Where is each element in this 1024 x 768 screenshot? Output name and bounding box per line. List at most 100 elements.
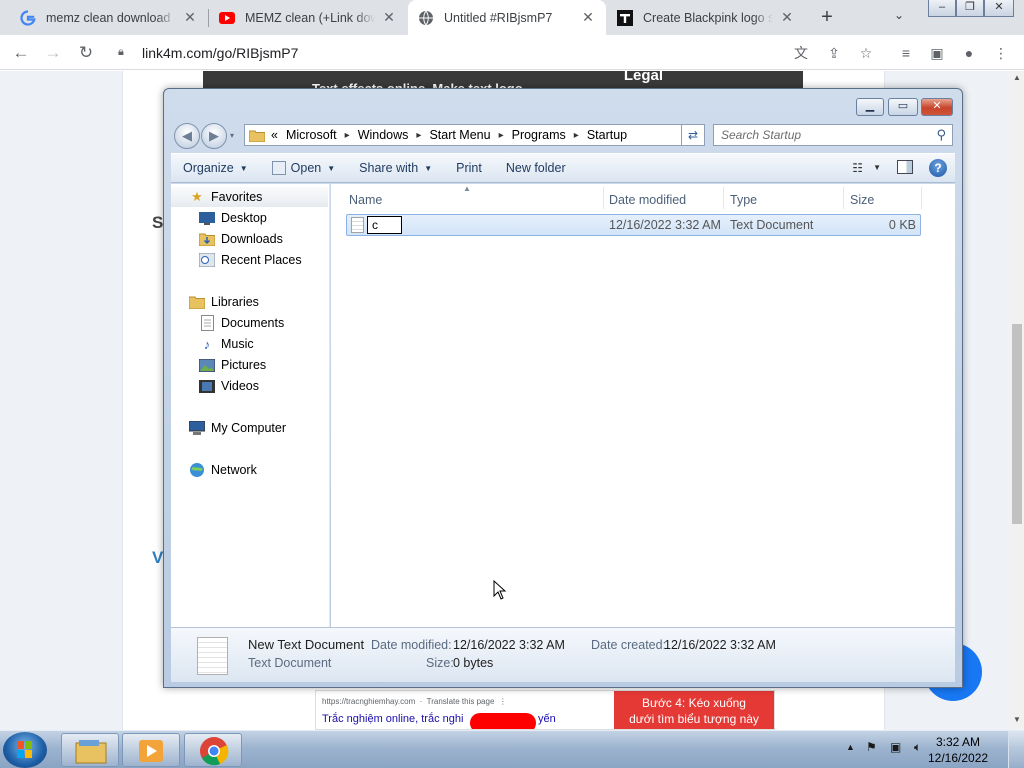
refresh-icon[interactable]: ⇄ [681,124,705,146]
scrollbar-thumb[interactable] [1012,324,1022,524]
explorer-minimize-button[interactable]: ▁ [856,98,884,116]
close-tab-icon[interactable]: ✕ [381,9,397,26]
tab-memz-youtube[interactable]: MEMZ clean (+Link down ✕ [209,0,407,35]
nav-favorites[interactable]: ★ Favorites [171,187,328,207]
taskbar-explorer-button[interactable] [61,733,119,767]
recent-places-icon [199,252,215,268]
ad-text[interactable]: Trắc nghiệm online, trắc nghi [322,713,463,725]
lock-icon[interactable]: 🔒︎ [118,46,132,59]
nav-music[interactable]: ♪ Music [171,334,254,354]
start-button[interactable] [3,732,47,768]
back-arrow-icon[interactable]: ◀ [174,123,200,149]
nav-my-computer[interactable]: My Computer [171,418,286,438]
ad-banner[interactable]: https://tracnghiemhay.com · Translate th… [315,690,775,730]
view-dropdown-icon[interactable]: ▼ [873,163,881,172]
browser-toolbar: ← → ↻ 🔒︎ link4m.com/go/RIBjsmP7 文 ⇪ ☆ ≡ … [0,35,1024,70]
column-divider[interactable] [843,187,844,209]
column-header-date-modified[interactable]: Date modified [609,193,686,207]
tab-search-chevron-icon[interactable]: ⌄ [894,8,904,22]
tab-blackpink-logo[interactable]: Create Blackpink logo sty ✕ [607,0,805,35]
breadcrumb-overflow[interactable]: « [271,128,278,142]
search-icon[interactable]: ⚲ [936,127,946,143]
new-tab-icon[interactable]: + [816,6,838,28]
file-list[interactable]: ▲ Name Date modified Type Size 12/16/202… [331,184,955,627]
explorer-maximize-button[interactable]: ▭ [888,98,918,116]
organize-button[interactable]: Organize ▼ [171,161,260,175]
url-text[interactable]: link4m.com/go/RIBjsmP7 [142,45,298,61]
nav-network[interactable]: Network [171,460,257,480]
file-row-selected[interactable]: 12/16/2022 3:32 AM Text Document 0 KB [346,214,921,236]
nav-recent-places[interactable]: Recent Places [171,250,302,270]
forward-arrow-icon[interactable]: ▶ [201,123,227,149]
print-button[interactable]: Print [444,161,494,175]
rename-input[interactable] [367,216,402,234]
nav-downloads[interactable]: Downloads [171,229,283,249]
breadcrumb-chevron-icon[interactable]: ▸ [499,130,504,141]
column-header-size[interactable]: Size [850,193,874,207]
search-input[interactable]: Search Startup ⚲ [713,124,953,146]
close-tab-icon[interactable]: ✕ [580,9,596,26]
clock-date: 12/16/2022 [928,751,989,765]
file-date-modified: 12/16/2022 3:32 AM [609,218,721,232]
column-header-name[interactable]: Name [349,193,382,207]
nav-libraries[interactable]: Libraries [171,292,259,312]
command-bar: Organize ▼ Open ▼ Share with ▼ Print New fo… [171,153,955,183]
explorer-close-button[interactable]: ✕ [921,98,953,116]
show-hidden-icons-icon[interactable]: ▲ [846,742,855,752]
browser-restore-button[interactable]: ❐ [956,0,984,17]
ad-translate-link[interactable]: Translate this page [427,697,495,706]
reading-list-icon[interactable]: ≡ [897,44,915,62]
nav-videos[interactable]: Videos [171,376,259,396]
breadcrumb-start-menu[interactable]: Start Menu [429,128,490,142]
breadcrumb-startup[interactable]: Startup [587,128,627,142]
bookmark-star-icon[interactable]: ☆ [857,44,875,62]
translate-icon[interactable]: 文 [792,44,810,62]
reload-icon[interactable]: ↻ [73,40,99,66]
breadcrumb-programs[interactable]: Programs [512,128,566,142]
network-status-icon[interactable]: ▣ [890,740,901,754]
tab-untitled-active[interactable]: Untitled #RIBjsmP7 ✕ [408,0,606,35]
volume-icon[interactable]: 🔈︎ [914,740,921,755]
scroll-down-icon[interactable]: ▼ [1013,715,1021,724]
back-arrow-icon[interactable]: ← [8,40,34,66]
preview-pane-icon[interactable] [897,160,913,174]
share-with-button[interactable]: Share with ▼ [347,161,444,175]
system-clock[interactable]: 3:32 AM 12/16/2022 [928,734,988,766]
explorer-address-bar[interactable]: « Microsoft ▸ Windows ▸ Start Menu ▸ Progra… [244,124,703,146]
forward-arrow-icon[interactable]: → [40,40,66,66]
column-divider[interactable] [921,187,922,209]
column-header-type[interactable]: Type [730,193,757,207]
action-center-icon[interactable]: ⚑ [866,740,877,754]
browser-minimize-button[interactable]: – [928,0,956,17]
nav-documents[interactable]: Documents [171,313,284,333]
browser-close-button[interactable]: ✕ [984,0,1014,17]
nav-pictures[interactable]: Pictures [171,355,266,375]
breadcrumb-microsoft[interactable]: Microsoft [286,128,337,142]
breadcrumb-chevron-icon[interactable]: ▸ [416,130,421,141]
change-view-icon[interactable]: ☷ [852,161,863,175]
nav-desktop[interactable]: Desktop [171,208,267,228]
page-scrollbar[interactable]: ▲ ▼ [1010,71,1024,731]
breadcrumb-chevron-icon[interactable]: ▸ [345,130,350,141]
details-date-modified-label: Date modified: [371,638,452,652]
menu-kebab-icon[interactable]: ⋮ [992,44,1010,62]
share-icon[interactable]: ⇪ [825,44,843,62]
new-folder-button[interactable]: New folder [494,161,578,175]
taskbar-media-player-button[interactable] [122,733,180,767]
column-divider[interactable] [723,187,724,209]
breadcrumb-chevron-icon[interactable]: ▸ [574,130,579,141]
recent-pages-chevron-icon[interactable]: ▾ [230,131,234,140]
show-desktop-button[interactable] [1008,731,1024,768]
taskbar-chrome-button[interactable] [184,733,242,767]
tab-memz-search[interactable]: memz clean download - • ✕ [10,0,208,35]
close-tab-icon[interactable]: ✕ [182,9,198,26]
side-panel-icon[interactable]: ▣ [928,44,946,62]
column-divider[interactable] [603,187,604,209]
address-bar[interactable]: 🔒︎ link4m.com/go/RIBjsmP7 [110,38,890,67]
open-button[interactable]: Open ▼ [260,161,348,175]
scroll-up-icon[interactable]: ▲ [1013,73,1021,82]
help-icon[interactable]: ? [929,159,947,177]
profile-avatar-icon[interactable]: ● [960,44,978,62]
close-tab-icon[interactable]: ✕ [779,9,795,26]
breadcrumb-windows[interactable]: Windows [358,128,409,142]
